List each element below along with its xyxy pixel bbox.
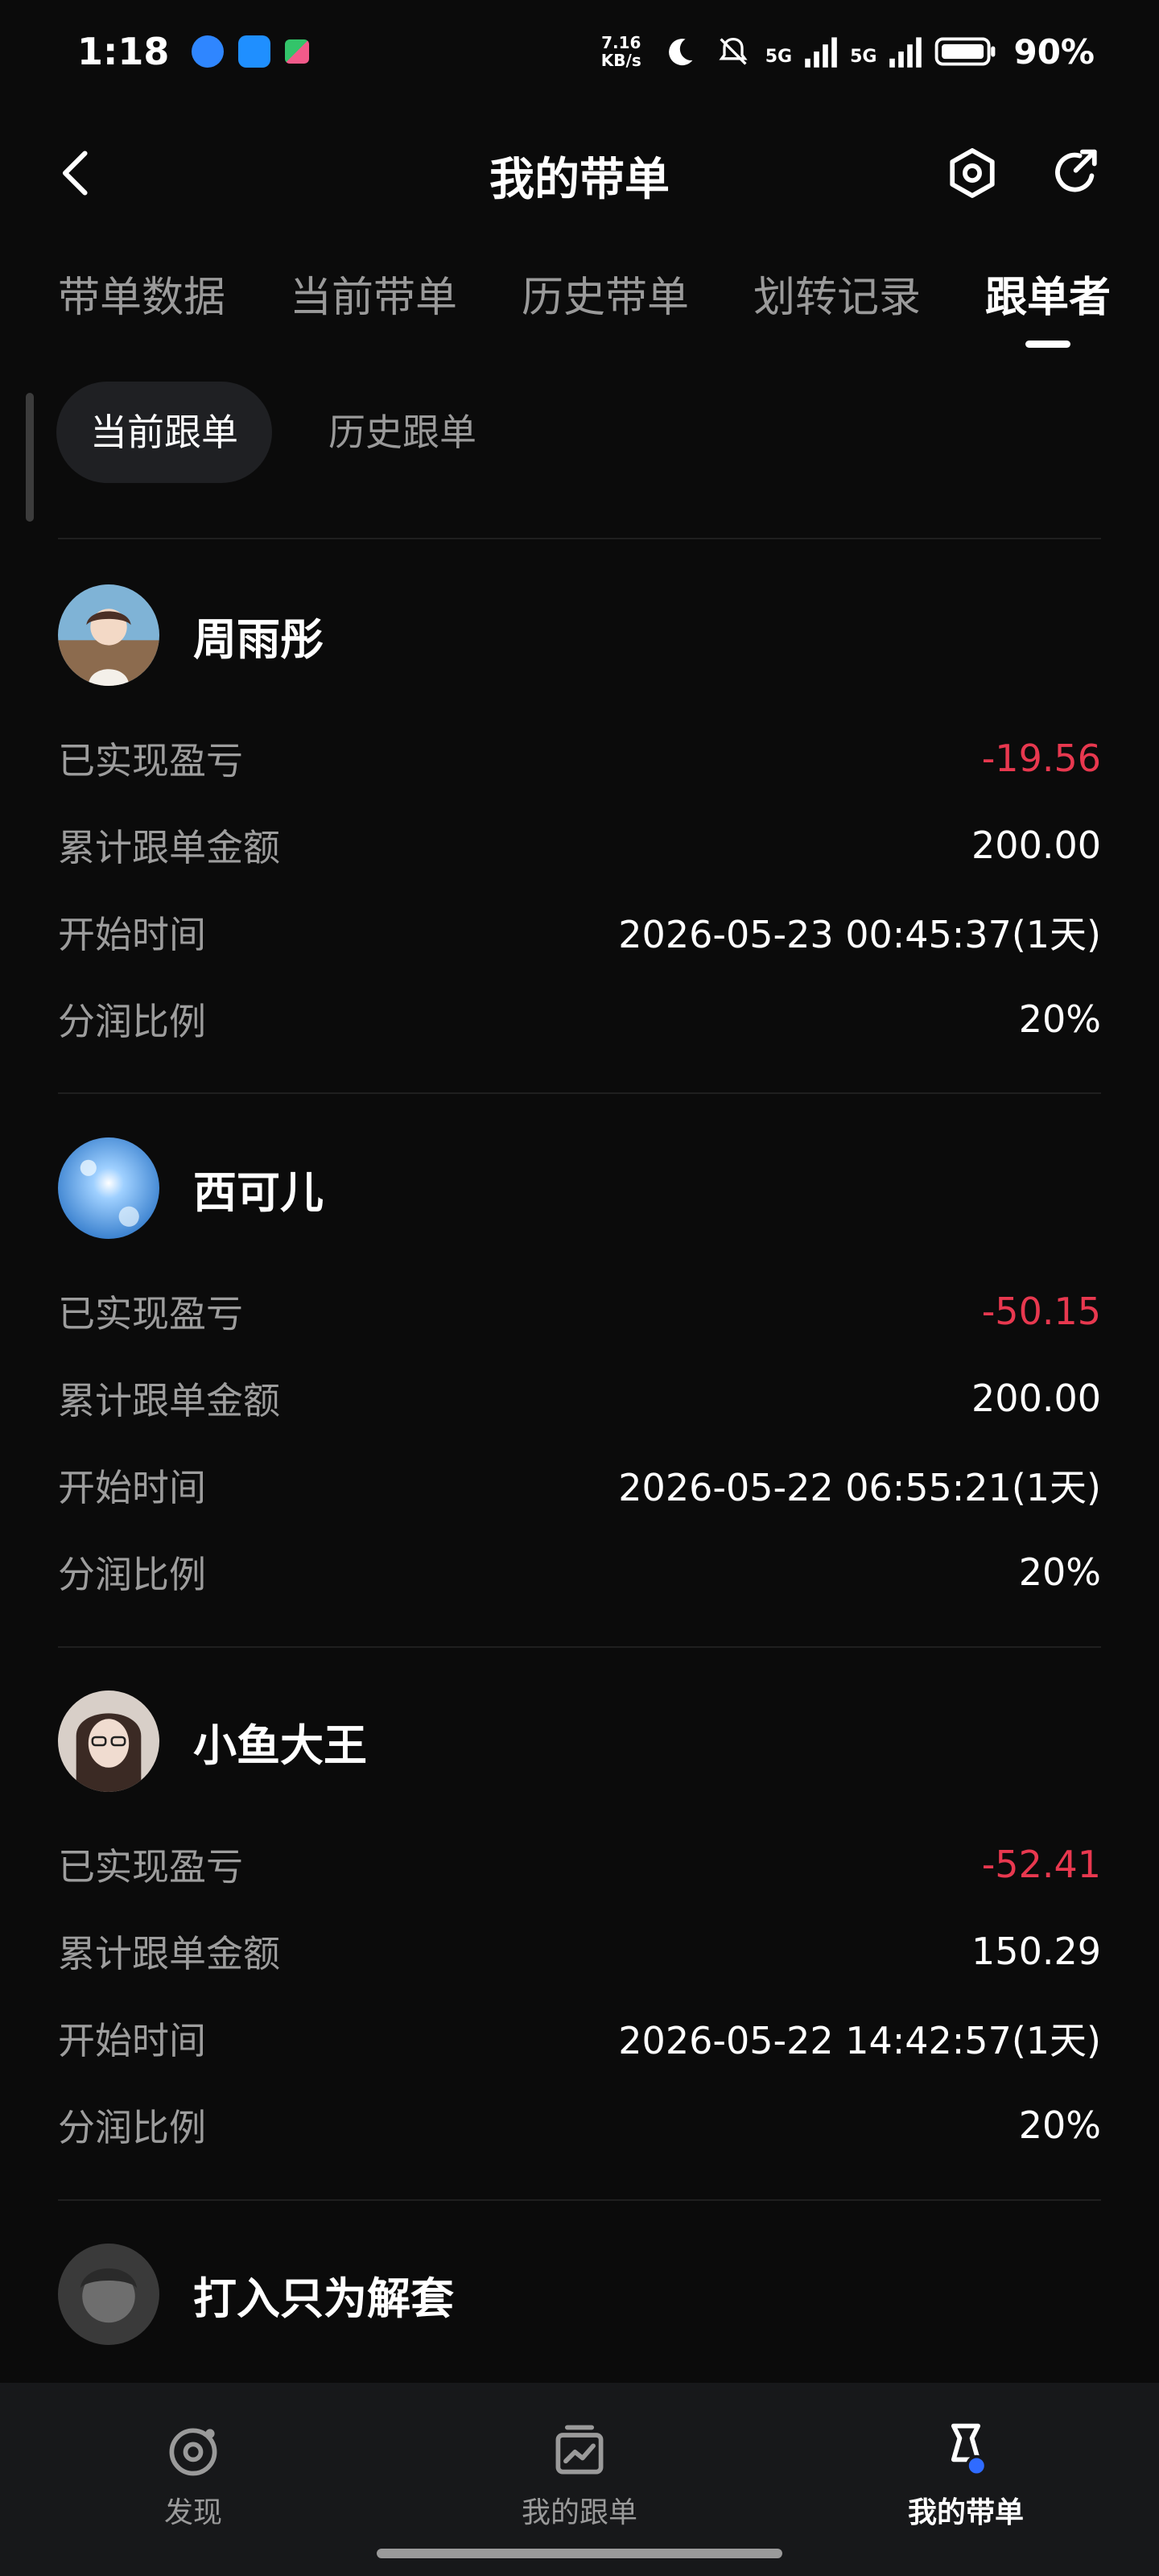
value-profit-share: 20% (1018, 2103, 1101, 2147)
label-total-amount: 累计跟单金额 (58, 826, 280, 869)
value-total-amount: 200.00 (971, 824, 1101, 867)
follower-name: 周雨彤 (193, 613, 324, 665)
row-profit-share: 分润比例 20% (58, 991, 1101, 1047)
value-start-time: 2026-05-22 06:55:21(1天) (618, 1466, 1101, 1509)
value-realized-pnl: -50.15 (981, 1290, 1101, 1333)
value-start-time: 2026-05-23 00:45:37(1天) (618, 913, 1101, 956)
label-realized-pnl: 已实现盈亏 (58, 1292, 243, 1335)
header: 我的带单 (0, 121, 1159, 225)
nav-my-follow-label: 我的跟单 (521, 2496, 637, 2529)
network-speed-unit: KB/s (600, 51, 641, 70)
label-start-time: 开始时间 (58, 2019, 206, 2062)
avatar (58, 584, 159, 686)
avatar (58, 1137, 159, 1239)
follower-name: 西可儿 (193, 1166, 324, 1218)
row-total-amount: 累计跟单金额 200.00 (58, 1370, 1101, 1426)
row-start-time: 开始时间 2026-05-23 00:45:37(1天) (58, 904, 1101, 960)
row-profit-share: 分润比例 20% (58, 1544, 1101, 1600)
avatar (58, 2244, 159, 2345)
follower-card[interactable]: 小鱼大王 已实现盈亏 -52.41 累计跟单金额 150.29 开始时间 202… (58, 1645, 1101, 2199)
follow-chart-icon (555, 2425, 604, 2475)
settings-hexagon-icon[interactable] (946, 147, 999, 200)
label-profit-share: 分润比例 (58, 1000, 206, 1043)
battery-icon (935, 37, 996, 66)
follower-header: 西可儿 (58, 1137, 324, 1239)
status-time: 1:18 (77, 30, 170, 73)
follower-name: 打入只为解套 (193, 2273, 454, 2324)
tab-history-lead[interactable]: 历史带单 (522, 258, 689, 338)
follower-header: 周雨彤 (58, 584, 324, 686)
value-profit-share: 20% (1018, 1550, 1101, 1594)
row-realized-pnl: 已实现盈亏 -19.56 (58, 730, 1101, 786)
signal-label-1: 5G (765, 46, 793, 67)
label-profit-share: 分润比例 (58, 1553, 206, 1596)
value-profit-share: 20% (1018, 997, 1101, 1041)
row-start-time: 开始时间 2026-05-22 14:42:57(1天) (58, 2010, 1101, 2066)
row-profit-share: 分润比例 20% (58, 2097, 1101, 2153)
nav-my-follow[interactable]: 我的跟单 (459, 2420, 700, 2531)
nav-my-lead[interactable]: 我的带单 (845, 2420, 1087, 2531)
signal-label-2: 5G (850, 46, 877, 67)
subtab-history-follow[interactable]: 历史跟单 (295, 382, 510, 483)
value-realized-pnl: -52.41 (981, 1843, 1101, 1886)
home-indicator[interactable] (377, 2549, 782, 2558)
main-tabs: 带单数据 当前带单 历史带单 划转记录 跟单者 (58, 258, 1111, 362)
tab-lead-data[interactable]: 带单数据 (58, 258, 225, 338)
row-start-time: 开始时间 2026-05-22 06:55:21(1天) (58, 1457, 1101, 1513)
discover-icon (169, 2428, 217, 2476)
avatar (58, 1690, 159, 1792)
follower-card[interactable]: 西可儿 已实现盈亏 -50.15 累计跟单金额 200.00 开始时间 2026… (58, 1092, 1101, 1646)
follower-header: 小鱼大王 (58, 1690, 367, 1792)
follower-card[interactable]: 周雨彤 已实现盈亏 -19.56 累计跟单金额 200.00 开始时间 2026… (58, 539, 1101, 1093)
scroll-indicator (26, 393, 34, 522)
battery-percent: 90% (1013, 31, 1095, 72)
nav-discover[interactable]: 发现 (72, 2420, 314, 2531)
app-notification-icon (192, 35, 225, 68)
label-realized-pnl: 已实现盈亏 (58, 1845, 243, 1889)
row-realized-pnl: 已实现盈亏 -52.41 (58, 1836, 1101, 1893)
label-total-amount: 累计跟单金额 (58, 1932, 280, 1975)
nav-my-lead-label: 我的带单 (907, 2496, 1024, 2529)
signal-icon (889, 37, 922, 68)
status-bar: 1:18 7.16 KB/s 5G 5G 90% (0, 0, 1159, 103)
label-profit-share: 分润比例 (58, 2106, 206, 2149)
app-notification-icon (285, 39, 310, 64)
label-total-amount: 累计跟单金额 (58, 1379, 280, 1422)
lead-trade-icon (951, 2423, 988, 2477)
value-total-amount: 200.00 (971, 1377, 1101, 1420)
app-notification-icon (238, 35, 271, 68)
page: 1:18 7.16 KB/s 5G 5G 90% 我的带单 带单数据 当前带单 … (0, 0, 1159, 2576)
bottom-nav: 发现 我的跟单 我的带单 (0, 2383, 1159, 2576)
row-total-amount: 累计跟单金额 200.00 (58, 817, 1101, 873)
moon-icon (668, 39, 693, 66)
row-realized-pnl: 已实现盈亏 -50.15 (58, 1283, 1101, 1340)
mute-bell-icon (719, 37, 748, 65)
label-start-time: 开始时间 (58, 913, 206, 956)
nav-discover-label: 发现 (163, 2496, 222, 2529)
value-total-amount: 150.29 (971, 1930, 1101, 1973)
follower-card[interactable]: 打入只为解套 (58, 2198, 1101, 2383)
row-total-amount: 累计跟单金额 150.29 (58, 1923, 1101, 1979)
tab-followers[interactable]: 跟单者 (985, 258, 1111, 338)
signal-icon (805, 37, 837, 68)
tab-transfer-records[interactable]: 划转记录 (753, 258, 921, 338)
value-realized-pnl: -19.56 (981, 737, 1101, 780)
tab-current-lead[interactable]: 当前带单 (290, 258, 457, 338)
share-icon[interactable] (1048, 147, 1101, 200)
label-realized-pnl: 已实现盈亏 (58, 739, 243, 782)
sub-tabs: 当前跟单 历史跟单 (56, 382, 510, 483)
label-start-time: 开始时间 (58, 1466, 206, 1509)
subtab-current-follow[interactable]: 当前跟单 (56, 382, 272, 483)
network-speed: 7.16 KB/s (601, 34, 641, 69)
follower-name: 小鱼大王 (193, 1719, 367, 1771)
network-speed-value: 7.16 (601, 33, 641, 52)
follower-header: 打入只为解套 (58, 2244, 454, 2345)
value-start-time: 2026-05-22 14:42:57(1天) (618, 2019, 1101, 2062)
